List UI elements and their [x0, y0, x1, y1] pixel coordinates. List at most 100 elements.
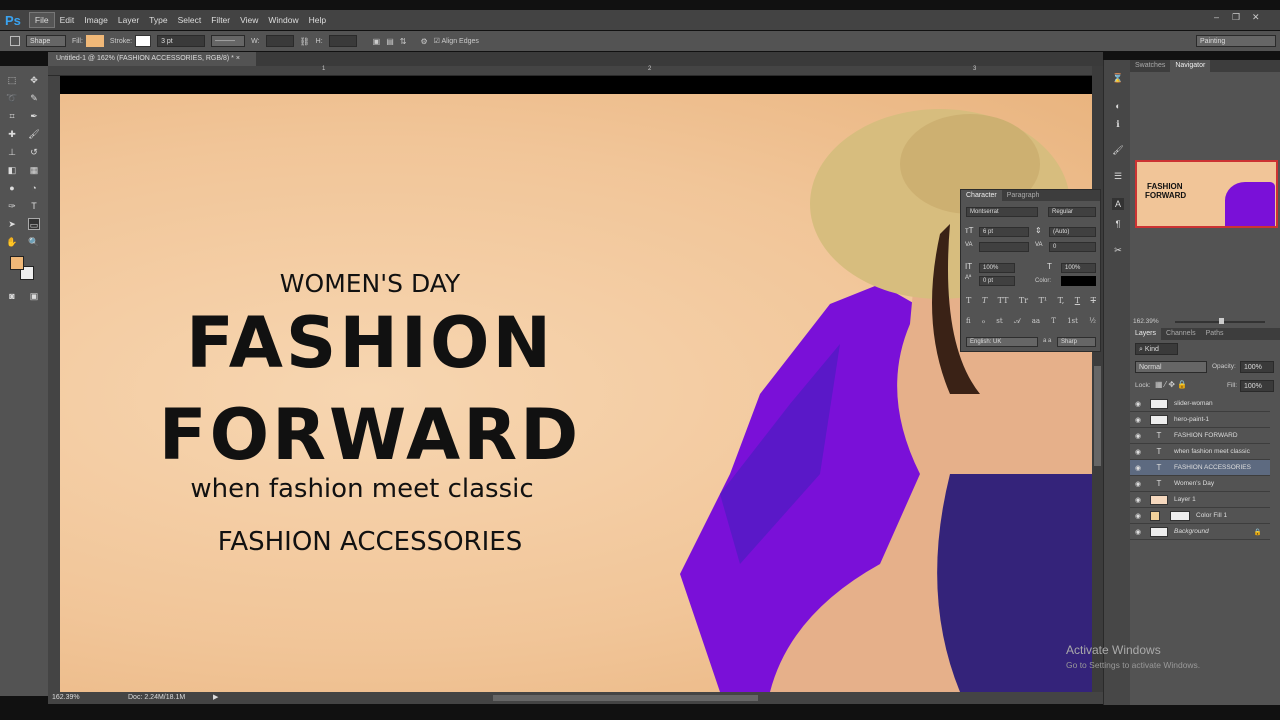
swash-button[interactable]: 𝒜 — [1014, 317, 1021, 326]
fractions-button[interactable]: ½ — [1089, 317, 1096, 326]
canvas[interactable]: WOMEN'S DAY FASHION FORWARD when fashion… — [60, 76, 1092, 692]
visibility-eye-icon[interactable]: ◉ — [1130, 416, 1146, 424]
menu-file[interactable]: File — [28, 12, 55, 28]
document-tab[interactable]: Untitled-1 @ 162% (FASHION ACCESSORIES, … — [48, 52, 256, 66]
healing-brush-icon[interactable]: ✚ — [6, 128, 18, 140]
layer-row[interactable]: ◉ hero-paint-1 — [1130, 412, 1270, 428]
faux-italic-button[interactable]: T — [982, 296, 987, 305]
all-caps-button[interactable]: TT — [998, 296, 1009, 305]
lasso-tool-icon[interactable]: ➰ — [6, 92, 18, 104]
text-color-swatch[interactable] — [1061, 276, 1096, 286]
crop-tool-icon[interactable]: ⌗ — [6, 110, 18, 122]
menu-image[interactable]: Image — [79, 13, 113, 27]
small-caps-button[interactable]: Tr — [1019, 296, 1028, 305]
horizontal-scrollbar[interactable] — [493, 695, 758, 701]
info-icon[interactable]: ℹ — [1112, 118, 1124, 130]
font-style-select[interactable]: Regular — [1048, 207, 1096, 217]
layer-row[interactable]: ◉ Color Fill 1 — [1130, 508, 1270, 524]
navigator-zoom[interactable]: 162.39% — [1133, 318, 1159, 325]
marquee-tool-icon[interactable]: ⬚ — [6, 74, 18, 86]
opacity-input[interactable]: 100% — [1240, 361, 1274, 373]
visibility-eye-icon[interactable]: ◉ — [1130, 512, 1146, 520]
old-style-button[interactable]: ℴ — [982, 317, 985, 326]
character-panel-icon[interactable]: A — [1112, 198, 1124, 210]
superscript-button[interactable]: T¹ — [1039, 296, 1048, 305]
type-tool-icon[interactable]: T — [28, 200, 40, 212]
hand-tool-icon[interactable]: ✋ — [6, 236, 18, 248]
minimize-icon[interactable]: – — [1214, 12, 1226, 22]
font-size-input[interactable]: 6 pt — [979, 227, 1029, 237]
rectangle-tool-icon[interactable]: ▭ — [28, 218, 40, 230]
pen-tool-icon[interactable]: ✑ — [6, 200, 18, 212]
tab-navigator[interactable]: Navigator — [1170, 60, 1211, 72]
brush-presets-icon[interactable]: 🖌 — [1112, 144, 1124, 156]
layer-row[interactable]: ◉ Layer 1 — [1130, 492, 1270, 508]
visibility-eye-icon[interactable]: ◉ — [1130, 400, 1146, 408]
navigator-zoom-slider[interactable] — [1175, 318, 1265, 324]
tool-presets-icon[interactable]: ✂ — [1112, 244, 1124, 256]
menu-layer[interactable]: Layer — [113, 13, 144, 27]
close-tab-icon[interactable]: × — [236, 55, 240, 62]
blur-icon[interactable]: ● — [6, 182, 18, 194]
menu-view[interactable]: View — [235, 13, 263, 27]
blend-mode-select[interactable]: Normal — [1135, 361, 1207, 373]
stroke-type-select[interactable]: ──── — [211, 35, 246, 47]
brush-tool-icon[interactable]: 🖌 — [28, 128, 40, 140]
dodge-icon[interactable]: ◔ — [28, 182, 40, 194]
tab-channels[interactable]: Channels — [1161, 328, 1201, 340]
ligatures-button[interactable]: fi — [966, 317, 971, 326]
rectangle-tool-icon[interactable] — [10, 36, 20, 46]
path-operations-icon[interactable]: ▣ — [373, 37, 381, 46]
link-icon[interactable]: ⛓ — [300, 37, 310, 46]
restore-icon[interactable]: ❐ — [1232, 12, 1244, 22]
baseline-shift-input[interactable]: 0 pt — [979, 276, 1015, 286]
properties-icon[interactable]: ☰ — [1112, 170, 1124, 182]
ordinals-button[interactable]: 1st — [1067, 317, 1078, 326]
path-alignment-icon[interactable]: ▤ — [386, 37, 394, 46]
screen-mode-icon[interactable]: ▣ — [28, 290, 40, 302]
zoom-level[interactable]: 162.39% — [52, 694, 80, 701]
subscript-button[interactable]: T, — [1058, 296, 1065, 305]
clone-stamp-icon[interactable]: ⊥ — [6, 146, 18, 158]
mode-select[interactable]: Shape — [26, 35, 66, 47]
status-menu-arrow-icon[interactable]: ▶ — [213, 693, 218, 701]
stylistic-alternates-button[interactable]: aa — [1032, 317, 1040, 326]
quick-select-icon[interactable]: ✎ — [28, 92, 40, 104]
visibility-eye-icon[interactable]: ◉ — [1130, 464, 1146, 472]
history-brush-icon[interactable]: ↺ — [28, 146, 40, 158]
menu-window[interactable]: Window — [263, 13, 303, 27]
vertical-scrollbar[interactable] — [1092, 66, 1103, 692]
menu-type[interactable]: Type — [144, 13, 172, 27]
visibility-eye-icon[interactable]: ◉ — [1130, 432, 1146, 440]
layer-row[interactable]: ◉ T Women's Day — [1130, 476, 1270, 492]
tab-paths[interactable]: Paths — [1201, 328, 1229, 340]
workspace-select[interactable]: Painting — [1196, 35, 1276, 47]
layer-row[interactable]: ◉ Twhen fashion meet classic — [1130, 444, 1270, 460]
tab-paragraph[interactable]: Paragraph — [1002, 190, 1045, 201]
move-tool-icon[interactable]: ✥ — [28, 74, 40, 86]
height-input[interactable] — [328, 35, 357, 47]
layer-row[interactable]: ◉ T FASHION FORWARD — [1130, 428, 1270, 444]
menu-filter[interactable]: Filter — [206, 13, 235, 27]
antialias-select[interactable]: Sharp — [1057, 337, 1096, 347]
layer-row[interactable]: ◉ Background 🔒 — [1130, 524, 1270, 540]
vertical-scale-input[interactable]: 100% — [979, 263, 1015, 273]
lock-options-icon[interactable]: ▦ ⁄ ✥ 🔒 — [1155, 380, 1187, 389]
faux-bold-button[interactable]: T — [966, 296, 971, 305]
leading-input[interactable]: (Auto) — [1049, 227, 1096, 237]
paragraph-panel-icon[interactable]: ¶ — [1112, 218, 1124, 230]
menu-help[interactable]: Help — [304, 13, 331, 27]
stroke-width-input[interactable]: 3 pt — [157, 35, 206, 47]
zoom-tool-icon[interactable]: 🔍 — [28, 236, 40, 248]
font-family-select[interactable]: Montserrat — [966, 207, 1038, 217]
adjustments-icon[interactable]: ◐ — [1112, 100, 1124, 112]
visibility-eye-icon[interactable]: ◉ — [1130, 480, 1146, 488]
titling-button[interactable]: T — [1051, 317, 1056, 326]
history-icon[interactable]: ⌛ — [1112, 72, 1124, 84]
visibility-eye-icon[interactable]: ◉ — [1130, 496, 1146, 504]
eraser-icon[interactable]: ◧ — [6, 164, 18, 176]
path-select-icon[interactable]: ➤ — [6, 218, 18, 230]
tracking-input[interactable]: 0 — [1049, 242, 1096, 252]
visibility-eye-icon[interactable]: ◉ — [1130, 448, 1146, 456]
fill-swatch[interactable] — [85, 35, 104, 47]
